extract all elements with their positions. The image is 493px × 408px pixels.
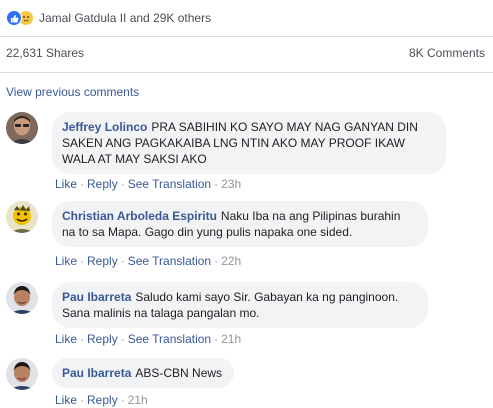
like-button[interactable]: Like <box>55 393 77 407</box>
reply-button[interactable]: Reply <box>87 393 118 407</box>
comment: Christian Arboleda Espiritu Naku Iba na a… <box>6 201 487 271</box>
separator: · <box>120 332 125 346</box>
comment-timestamp[interactable]: 22h <box>221 254 241 268</box>
avatar[interactable] <box>6 201 38 233</box>
reaction-icons <box>6 10 34 26</box>
comment-author[interactable]: Pau Ibarreta <box>62 290 131 304</box>
divider <box>0 36 493 37</box>
comment-bubble: Christian Arboleda Espiritu Naku Iba na a… <box>52 201 428 247</box>
comment-author[interactable]: Pau Ibarreta <box>62 366 131 380</box>
like-button[interactable]: Like <box>55 254 77 268</box>
comment-author[interactable]: Christian Arboleda Espiritu <box>62 209 217 223</box>
see-translation-button[interactable]: See Translation <box>128 254 211 268</box>
see-translation-button[interactable]: See Translation <box>128 332 211 346</box>
comment: Pau Ibarreta Saludo kami sayo Sir. Gabaya… <box>6 282 487 350</box>
separator: · <box>80 332 85 346</box>
separator: · <box>80 177 85 191</box>
reply-button[interactable]: Reply <box>87 254 118 268</box>
avatar[interactable] <box>6 358 38 390</box>
comment-timestamp[interactable]: 21h <box>128 393 148 407</box>
comment-actions: Like · Reply · 21h <box>55 393 148 407</box>
see-translation-button[interactable]: See Translation <box>128 177 211 191</box>
comment: Pau Ibarreta ABS-CBN News Like · Reply · 21h <box>6 358 487 407</box>
comment-actions: Like · Reply · See Translation · 23h <box>55 177 241 191</box>
avatar[interactable] <box>6 112 38 144</box>
comment: Jeffrey Lolinco PRA SABIHIN KO SAYO MAY N… <box>6 112 487 194</box>
comment-actions: Like · Reply · See Translation · 22h <box>55 254 241 268</box>
like-icon <box>6 10 22 26</box>
like-button[interactable]: Like <box>55 177 77 191</box>
comment-bubble: Pau Ibarreta Saludo kami sayo Sir. Gabaya… <box>52 282 428 328</box>
comment-timestamp[interactable]: 23h <box>221 177 241 191</box>
reply-button[interactable]: Reply <box>87 332 118 346</box>
separator: · <box>120 254 125 268</box>
comment-author[interactable]: Jeffrey Lolinco <box>62 120 147 134</box>
reactions-text[interactable]: Jamal Gatdula II and 29K others <box>39 11 211 25</box>
view-previous-comments-link[interactable]: View previous comments <box>6 85 139 99</box>
separator: · <box>214 254 219 268</box>
avatar[interactable] <box>6 282 38 314</box>
separator: · <box>214 332 219 346</box>
separator: · <box>80 393 85 407</box>
separator: · <box>214 177 219 191</box>
comment-bubble: Jeffrey Lolinco PRA SABIHIN KO SAYO MAY N… <box>52 112 446 174</box>
comment-actions: Like · Reply · See Translation · 21h <box>55 332 241 346</box>
comments-count[interactable]: 8K Comments <box>409 46 485 60</box>
reactions-summary[interactable]: Jamal Gatdula II and 29K others <box>6 8 211 28</box>
comment-timestamp[interactable]: 21h <box>221 332 241 346</box>
shares-count[interactable]: 22,631 Shares <box>6 46 84 60</box>
separator: · <box>120 177 125 191</box>
reply-button[interactable]: Reply <box>87 177 118 191</box>
comment-text: ABS-CBN News <box>135 366 223 380</box>
post-stats: 22,631 Shares 8K Comments <box>6 46 485 60</box>
divider <box>0 72 493 73</box>
separator: · <box>80 254 85 268</box>
separator: · <box>120 393 125 407</box>
comment-bubble: Pau Ibarreta ABS-CBN News <box>52 358 235 388</box>
like-button[interactable]: Like <box>55 332 77 346</box>
